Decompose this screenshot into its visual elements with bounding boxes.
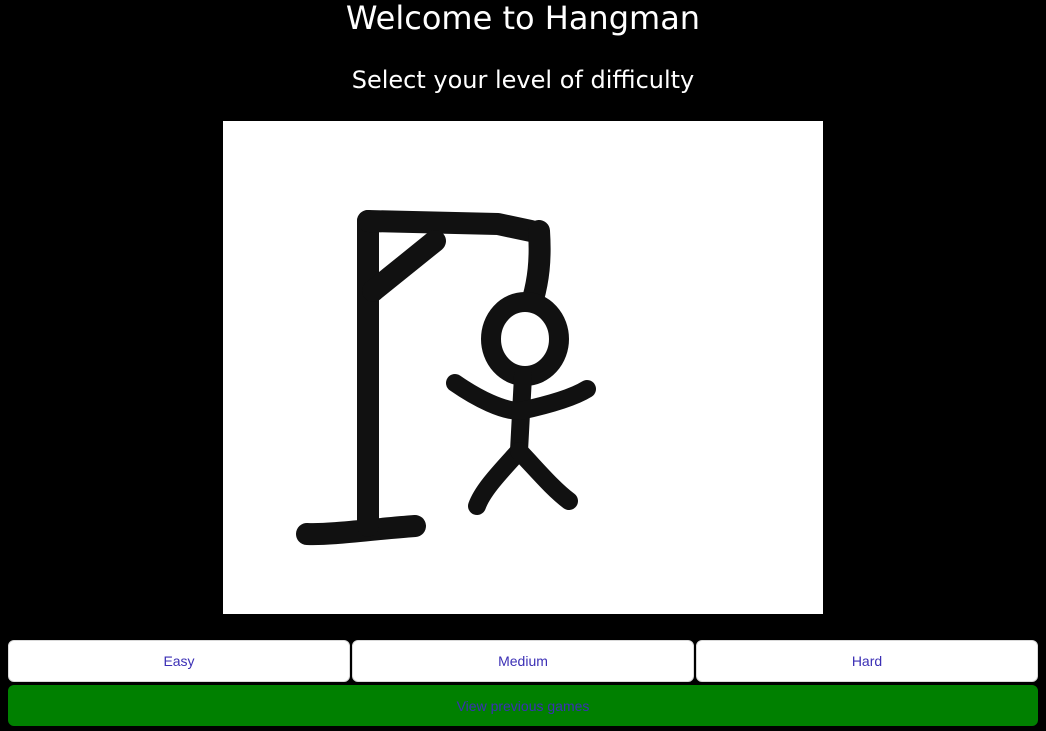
easy-button[interactable]: Easy: [8, 640, 350, 682]
gallows-brace: [362, 230, 446, 302]
hangman-head: [481, 292, 569, 386]
gallows-beam: [357, 210, 542, 242]
hangman-left-arm: [446, 374, 529, 420]
medium-button[interactable]: Medium: [352, 640, 694, 682]
hangman-drawing: [296, 210, 596, 546]
hard-button[interactable]: Hard: [696, 640, 1038, 682]
gallows-rope: [522, 220, 551, 310]
hangman-right-leg: [510, 442, 578, 510]
page: Welcome to Hangman Select your level of …: [0, 0, 1046, 731]
hangman-canvas: [223, 121, 823, 614]
page-subtitle: Select your level of difficulty: [351, 66, 695, 94]
hangman-left-leg: [468, 442, 528, 515]
page-title: Welcome to Hangman: [345, 0, 701, 37]
view-previous-games-button[interactable]: View previous games: [8, 685, 1038, 726]
